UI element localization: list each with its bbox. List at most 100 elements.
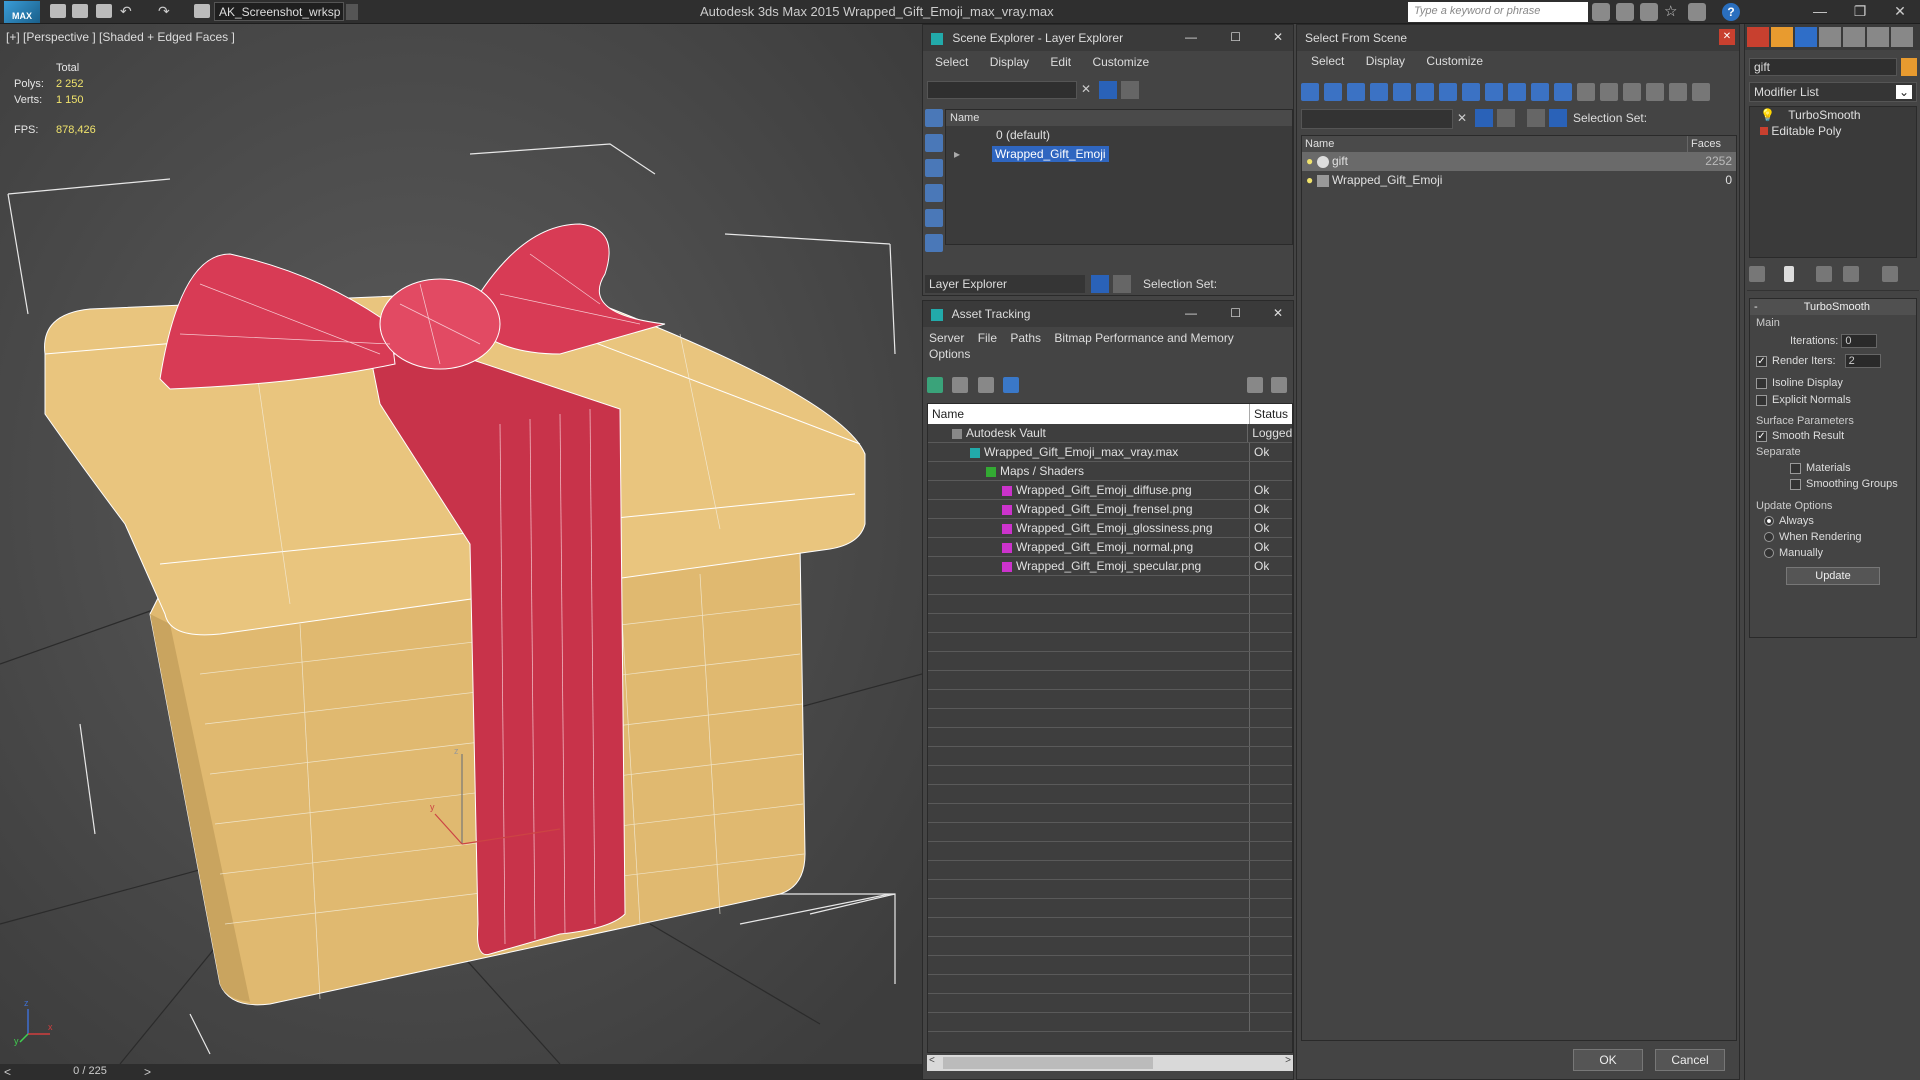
new-file-icon[interactable]: [50, 4, 66, 18]
select-children-icon[interactable]: [1527, 109, 1545, 127]
column-name[interactable]: Name: [1302, 136, 1688, 152]
display-geometry-icon[interactable]: [925, 109, 943, 127]
layer-wrapped-gift[interactable]: ▸ Wrapped_Gift_Emoji: [946, 145, 1292, 164]
layer-tool-icon[interactable]: [1497, 109, 1515, 127]
minimize-icon[interactable]: —: [1185, 30, 1197, 44]
layer-default[interactable]: 0 (default): [946, 126, 1292, 145]
stack-editable-poly[interactable]: Editable Poly: [1750, 123, 1916, 139]
isoline-checkbox[interactable]: [1756, 377, 1767, 389]
redo-icon[interactable]: ↷: [158, 3, 170, 20]
close-search-icon[interactable]: [1688, 3, 1706, 21]
asset-row[interactable]: Wrapped_Gift_Emoji_frensel.png Ok: [928, 500, 1292, 519]
close-icon[interactable]: ✕: [1273, 306, 1283, 320]
minimize-icon[interactable]: —: [1800, 0, 1840, 24]
display-containers-icon[interactable]: [1508, 83, 1526, 101]
scrollbar-thumb[interactable]: [943, 1057, 1153, 1069]
menu-options[interactable]: Options: [929, 347, 970, 361]
remove-modifier-icon[interactable]: [1843, 266, 1860, 282]
display-bones-icon[interactable]: [1485, 83, 1503, 101]
display-hidden-icon[interactable]: [1554, 83, 1572, 101]
expand-icon[interactable]: ▸: [954, 147, 960, 161]
display-cameras-icon[interactable]: [1370, 83, 1388, 101]
asset-row[interactable]: Wrapped_Gift_Emoji_specular.png Ok: [928, 557, 1292, 576]
chevron-down-icon[interactable]: ⌄: [1895, 85, 1912, 99]
modifier-list-dropdown[interactable]: Modifier List ⌄: [1749, 82, 1917, 102]
tree-view-icon[interactable]: [977, 377, 994, 393]
rollout-header[interactable]: - TurboSmooth: [1750, 299, 1916, 315]
show-end-result-icon[interactable]: [1784, 266, 1795, 282]
display-lights-icon[interactable]: [925, 159, 943, 177]
utilities-tab-icon[interactable]: [1891, 27, 1913, 47]
object-name-field[interactable]: gift: [1749, 58, 1897, 76]
asset-row[interactable]: Wrapped_Gift_Emoji_glossiness.png Ok: [928, 519, 1292, 538]
make-unique-icon[interactable]: [1815, 266, 1832, 282]
hierarchy-icon[interactable]: [1113, 275, 1131, 293]
display-cameras-icon[interactable]: [925, 184, 943, 202]
stack-turbosmooth[interactable]: 💡 TurboSmooth: [1750, 107, 1916, 123]
filter-options-icon[interactable]: [1669, 83, 1687, 101]
scene-explorer-titlebar[interactable]: Scene Explorer - Layer Explorer — ☐ ✕: [923, 25, 1293, 51]
display-none-icon[interactable]: [1600, 83, 1618, 101]
asset-tracking-titlebar[interactable]: Asset Tracking — ☐ ✕: [923, 301, 1293, 327]
next-frame-button[interactable]: >: [144, 1065, 151, 1079]
list-view-icon[interactable]: [952, 377, 969, 393]
time-slider[interactable]: < 0 / 225 >: [0, 1064, 922, 1080]
explorer-type-dropdown[interactable]: Layer Explorer: [925, 275, 1085, 293]
maximize-icon[interactable]: ☐: [1230, 30, 1241, 44]
minimize-icon[interactable]: —: [1185, 306, 1197, 320]
display-invert-icon[interactable]: [1623, 83, 1641, 101]
filter-icon[interactable]: [1099, 81, 1117, 99]
scroll-left-icon[interactable]: <: [929, 1055, 935, 1066]
menu-server[interactable]: Server: [929, 331, 964, 345]
display-helpers-icon[interactable]: [925, 209, 943, 227]
display-shapes-icon[interactable]: [925, 134, 943, 152]
smoothing-groups-checkbox[interactable]: [1790, 478, 1801, 490]
hierarchy-tab-icon[interactable]: [1819, 27, 1841, 47]
project-folder-icon[interactable]: [194, 4, 210, 18]
layer-explorer-icon[interactable]: [1091, 275, 1109, 293]
help-icon[interactable]: ?: [1722, 3, 1740, 21]
communication-icon[interactable]: [1640, 3, 1658, 21]
asset-row[interactable]: Wrapped_Gift_Emoji_diffuse.png Ok: [928, 481, 1292, 500]
light-bulb-icon[interactable]: ●: [1306, 154, 1313, 168]
collapse-icon[interactable]: -: [1750, 299, 1758, 315]
smooth-result-checkbox[interactable]: ✓: [1756, 430, 1767, 442]
always-radio[interactable]: [1764, 516, 1774, 527]
render-iters-checkbox[interactable]: ✓: [1756, 355, 1767, 367]
motion-tab-icon[interactable]: [1843, 27, 1865, 47]
menu-bitmap-performance[interactable]: Bitmap Performance and Memory: [1054, 331, 1233, 345]
column-name[interactable]: Name: [946, 110, 1292, 126]
clear-search-icon[interactable]: ✕: [1081, 82, 1091, 96]
object-color-swatch[interactable]: [1901, 58, 1917, 76]
select-search-input[interactable]: [1301, 109, 1453, 129]
hierarchy-icon[interactable]: [1549, 109, 1567, 127]
horizontal-scrollbar[interactable]: < >: [927, 1055, 1293, 1071]
app-logo[interactable]: MAX: [4, 1, 40, 23]
display-shapes-icon[interactable]: [1324, 83, 1342, 101]
perspective-viewport[interactable]: z y x y z [+] [Perspective ] [Shaded + E…: [0, 24, 922, 1064]
when-rendering-radio[interactable]: [1764, 532, 1774, 543]
workspace-dropdown[interactable]: AK_Screenshot_wrksp: [214, 2, 344, 21]
undo-icon[interactable]: ↶: [120, 3, 132, 20]
menu-select[interactable]: Select: [935, 55, 968, 69]
select-from-scene-titlebar[interactable]: Select From Scene ✕: [1297, 25, 1739, 51]
display-xrefs-icon[interactable]: [1462, 83, 1480, 101]
modify-tab-icon[interactable]: [1795, 27, 1817, 47]
settings-icon[interactable]: [1271, 377, 1287, 393]
save-icon[interactable]: [96, 4, 112, 18]
collapse-icon[interactable]: [1692, 83, 1710, 101]
display-geometry-icon[interactable]: [1301, 83, 1319, 101]
asset-row[interactable]: Maps / Shaders: [928, 462, 1292, 481]
create-star-icon[interactable]: [1771, 27, 1793, 47]
open-file-icon[interactable]: [72, 4, 88, 18]
menu-paths[interactable]: Paths: [1010, 331, 1041, 345]
favorites-star-icon[interactable]: ☆: [1664, 2, 1677, 20]
display-all-icon[interactable]: [1577, 83, 1595, 101]
asset-row[interactable]: Autodesk Vault Logged: [928, 424, 1292, 443]
display-tab-icon[interactable]: [1867, 27, 1889, 47]
workspace-menu-icon[interactable]: [346, 4, 358, 20]
clear-search-icon[interactable]: ✕: [1457, 111, 1467, 125]
manually-radio[interactable]: [1764, 548, 1774, 559]
scene-explorer-search[interactable]: [927, 81, 1077, 99]
layer-wrapped-gift-label[interactable]: Wrapped_Gift_Emoji: [992, 146, 1109, 162]
